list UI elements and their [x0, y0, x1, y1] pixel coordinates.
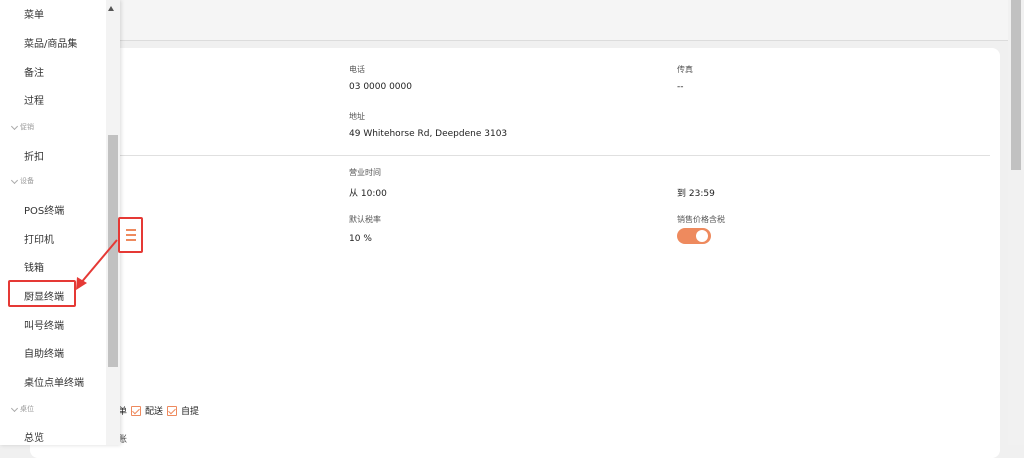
menu-item-self-service[interactable]: 自助终端: [24, 345, 64, 360]
menu-item-pos-terminal[interactable]: POS终端: [24, 202, 64, 217]
menu-item-discount[interactable]: 折扣: [24, 148, 44, 163]
menu-group-tables[interactable]: 桌位: [10, 404, 34, 414]
fax-value: --: [677, 82, 684, 92]
menu-item-notes[interactable]: 备注: [24, 64, 44, 79]
phone-value: 03 0000 0000: [349, 82, 412, 92]
store-info-card: [30, 48, 1000, 458]
address-label: 地址: [349, 112, 365, 121]
pickup-checkbox[interactable]: [167, 405, 178, 416]
toggle-knob: [696, 230, 708, 242]
page-scrollbar-thumb[interactable]: [1011, 0, 1021, 170]
pickup-label: 自提: [181, 407, 200, 417]
kitchen-display-highlight: [8, 280, 76, 307]
tax-included-label: 销售价格含税: [677, 215, 725, 224]
menu-scrollbar-thumb[interactable]: [108, 135, 118, 367]
menu-item-table-order[interactable]: 桌位点单终端: [24, 374, 84, 389]
tax-included-toggle[interactable]: [677, 228, 711, 244]
menu-item-dish-collection[interactable]: 菜品/商品集: [24, 35, 77, 50]
menu-item-printer[interactable]: 打印机: [24, 231, 54, 246]
menu-toggle-button[interactable]: [118, 217, 143, 253]
caret-up-icon[interactable]: [108, 6, 114, 11]
menu-group-devices[interactable]: 设备: [10, 176, 34, 186]
delivery-label: 配送: [145, 407, 164, 417]
menu-item-menu[interactable]: 菜单: [24, 6, 44, 21]
menu-item-process[interactable]: 过程: [24, 92, 44, 107]
menu-item-call-terminal[interactable]: 叫号终端: [24, 317, 64, 332]
delivery-checkbox[interactable]: [131, 405, 142, 416]
chevron-down-icon: [10, 176, 19, 184]
phone-label: 电话: [349, 65, 365, 74]
hours-from: 从 10:00: [349, 189, 387, 199]
side-menu: 菜单 菜品/商品集 备注 过程 促销 折扣 设备 POS终端 打印机 钱箱 厨显…: [0, 0, 120, 445]
chevron-down-icon: [10, 404, 19, 412]
section-divider: [100, 155, 990, 156]
chevron-down-icon: [10, 122, 19, 130]
menu-item-cash-drawer[interactable]: 钱箱: [24, 259, 44, 274]
menu-item-overview[interactable]: 总览: [24, 429, 44, 444]
menu-icon: [126, 229, 136, 231]
hours-to: 到 23:59: [677, 189, 715, 199]
tax-rate-value: 10 %: [349, 234, 372, 244]
address-value: 49 Whitehorse Rd, Deepdene 3103: [349, 129, 508, 139]
fax-label: 传真: [677, 65, 693, 74]
hours-label: 营业时间: [349, 168, 381, 177]
tax-rate-label: 默认税率: [349, 215, 381, 224]
page-header: [0, 0, 1008, 41]
menu-group-promotion[interactable]: 促销: [10, 122, 34, 132]
